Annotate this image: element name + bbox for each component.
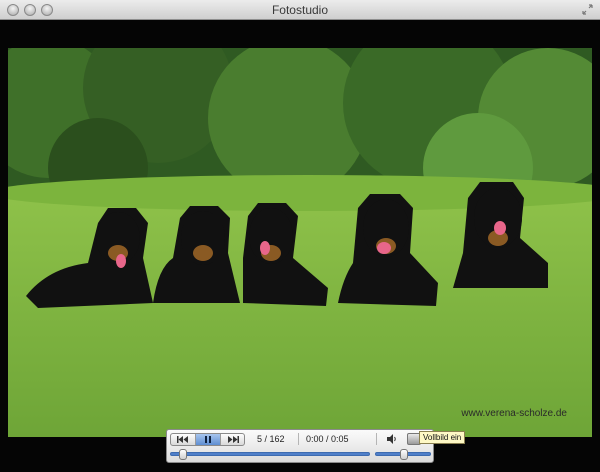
playback-buttons bbox=[170, 433, 245, 446]
pause-icon bbox=[205, 436, 211, 443]
time-display: 0:00 / 0:05 bbox=[306, 434, 349, 444]
next-icon bbox=[228, 436, 239, 443]
position-slider[interactable] bbox=[170, 452, 370, 456]
volume-slider-knob[interactable] bbox=[400, 449, 408, 460]
divider bbox=[298, 433, 299, 445]
fullscreen-tooltip: Vollbild ein bbox=[419, 431, 466, 444]
fullscreen-icon[interactable] bbox=[582, 4, 593, 15]
previous-button[interactable] bbox=[171, 434, 196, 445]
image-counter: 5 / 162 bbox=[257, 434, 285, 444]
position-slider-knob[interactable] bbox=[179, 449, 187, 460]
photo-view: www.verena-scholze.de bbox=[8, 48, 592, 437]
window-title: Fotostudio bbox=[271, 3, 329, 17]
title-bar: Fotostudio bbox=[0, 0, 600, 20]
photo-watermark: www.verena-scholze.de bbox=[461, 408, 567, 419]
dogs-photo bbox=[8, 48, 592, 437]
next-button[interactable] bbox=[221, 434, 244, 445]
divider bbox=[376, 433, 377, 445]
slideshow-controller: 5 / 162 0:00 / 0:05 bbox=[166, 429, 434, 463]
window: Fotostudio www.verena-scholze.de 5 / 162… bbox=[0, 0, 600, 472]
pause-button[interactable] bbox=[196, 434, 221, 445]
prev-icon bbox=[177, 436, 188, 443]
speaker-icon[interactable] bbox=[386, 433, 398, 445]
